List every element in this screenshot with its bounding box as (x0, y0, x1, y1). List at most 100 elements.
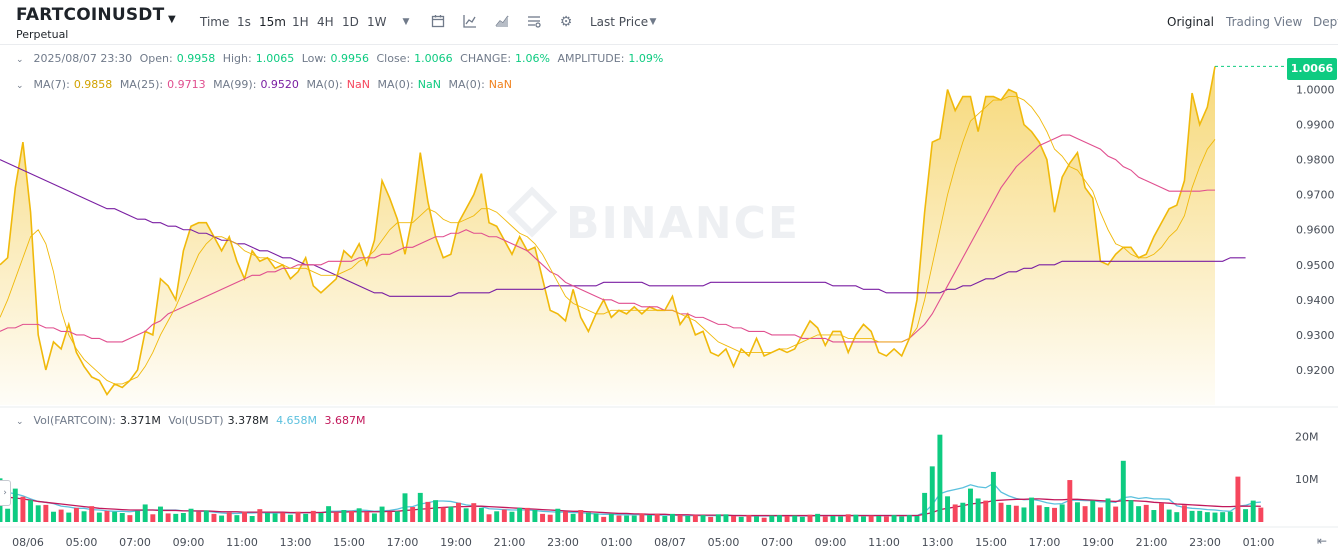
volume-bar (287, 514, 293, 522)
x-tick-label: 13:00 (280, 536, 312, 549)
volume-bar (585, 512, 591, 522)
volume-bar (876, 516, 882, 522)
volume-bar (952, 504, 958, 522)
volume-bar (983, 500, 989, 522)
volume-bar (608, 513, 614, 522)
volume-bar (371, 513, 377, 522)
volume-bar (219, 515, 225, 522)
ma-collapse-chevron-icon[interactable]: ⌄ (16, 81, 26, 91)
volume-bar (318, 513, 324, 522)
volume-bar (960, 502, 966, 522)
volume-bar (914, 516, 920, 522)
panel-expand-handle[interactable]: › (0, 480, 11, 506)
volume-bar (203, 510, 209, 522)
volume-bar (1044, 507, 1050, 522)
volume-bar (150, 514, 156, 522)
volume-bar (838, 516, 844, 522)
volume-bar (830, 516, 836, 522)
volume-bar (1151, 510, 1157, 522)
volume-bar (188, 508, 194, 522)
volume-bar (1036, 505, 1042, 522)
volume-bar (998, 502, 1004, 522)
ma7-value: 0.9858 (73, 78, 113, 91)
volume-bar (547, 514, 553, 522)
volume-bar (784, 516, 790, 522)
volume-bar (509, 511, 515, 522)
volume-bar (280, 512, 286, 522)
volume-bar (1220, 512, 1226, 522)
volume-bar (66, 512, 72, 522)
ohlc-open: 0.9958 (176, 52, 216, 65)
volume-bar (242, 511, 247, 522)
volume-bar (196, 511, 202, 522)
volume-bar (417, 492, 423, 522)
volume-bar (448, 506, 454, 522)
volume-bar (394, 511, 400, 522)
volume-bar (937, 434, 943, 522)
volume-bar (945, 496, 951, 522)
y-tick-label: 0.9300 (1296, 329, 1335, 342)
volume-bar (532, 510, 538, 522)
ohlc-close: 1.0066 (414, 52, 453, 65)
x-tick-label: 19:00 (1082, 536, 1114, 549)
volume-bar (456, 502, 461, 522)
volume-bar (226, 512, 232, 522)
volume-bar (555, 508, 561, 522)
volume-bar (845, 514, 851, 522)
x-tick-label: 11:00 (868, 536, 900, 549)
x-tick-label: 05:00 (708, 536, 740, 549)
volume-bar (142, 504, 148, 522)
volume-bar (738, 516, 744, 522)
volume-bar (1189, 510, 1195, 522)
collapse-chevron-icon[interactable]: ⌄ (16, 55, 26, 65)
volume-bar (295, 511, 301, 522)
volume-bar (333, 512, 339, 522)
x-tick-label: 09:00 (173, 536, 205, 549)
volume-bar (1143, 504, 1149, 522)
volume-bar (1082, 506, 1088, 522)
volume-usdt-value: 3.378M (227, 414, 269, 427)
volume-bar (73, 507, 79, 522)
volume-bar (127, 515, 133, 522)
volume-bar (471, 503, 477, 522)
volume-bar (1197, 510, 1203, 522)
volume-bar (723, 514, 729, 522)
ohlc-change: 1.06% (515, 52, 550, 65)
volume-bar (975, 498, 981, 522)
volume-bar (1090, 500, 1096, 522)
volume-bar (349, 510, 354, 522)
volume-bar (264, 513, 270, 522)
volume-bar (861, 516, 866, 522)
volume-bar (410, 507, 416, 522)
volume-bar (563, 511, 568, 522)
volume-bar (700, 515, 706, 522)
scale-settings-icon[interactable]: ⇤ (1317, 534, 1327, 548)
volume-bar (272, 513, 278, 522)
volume-bar (303, 513, 309, 522)
volume-bar (43, 504, 49, 522)
volume-bar (257, 509, 263, 522)
y-tick-label: 0.9600 (1296, 224, 1335, 237)
y-tick-label: 0.9200 (1296, 364, 1335, 377)
volume-bar (135, 510, 141, 522)
volume-bar (501, 509, 507, 522)
x-tick-label: 19:00 (440, 536, 472, 549)
volume-bar (1097, 507, 1103, 522)
volume-bar (1067, 480, 1073, 522)
volume-bar (715, 514, 721, 522)
volume-bar (96, 512, 102, 522)
volume-bar (1181, 505, 1187, 522)
x-tick-label: 09:00 (815, 536, 847, 549)
volume-bar (211, 513, 217, 522)
volume-bar (1120, 460, 1126, 522)
volume-collapse-chevron-icon[interactable]: ⌄ (16, 417, 26, 427)
volume-bar (180, 513, 186, 522)
volume-bar (631, 515, 637, 522)
volume-bar (310, 510, 316, 522)
x-tick-label: 13:00 (922, 536, 954, 549)
volume-bar (822, 516, 828, 522)
volume-bar (12, 488, 18, 522)
vol-tick-label: 10M (1295, 473, 1319, 486)
volume-bar (754, 516, 759, 522)
volume-bar (792, 515, 798, 522)
